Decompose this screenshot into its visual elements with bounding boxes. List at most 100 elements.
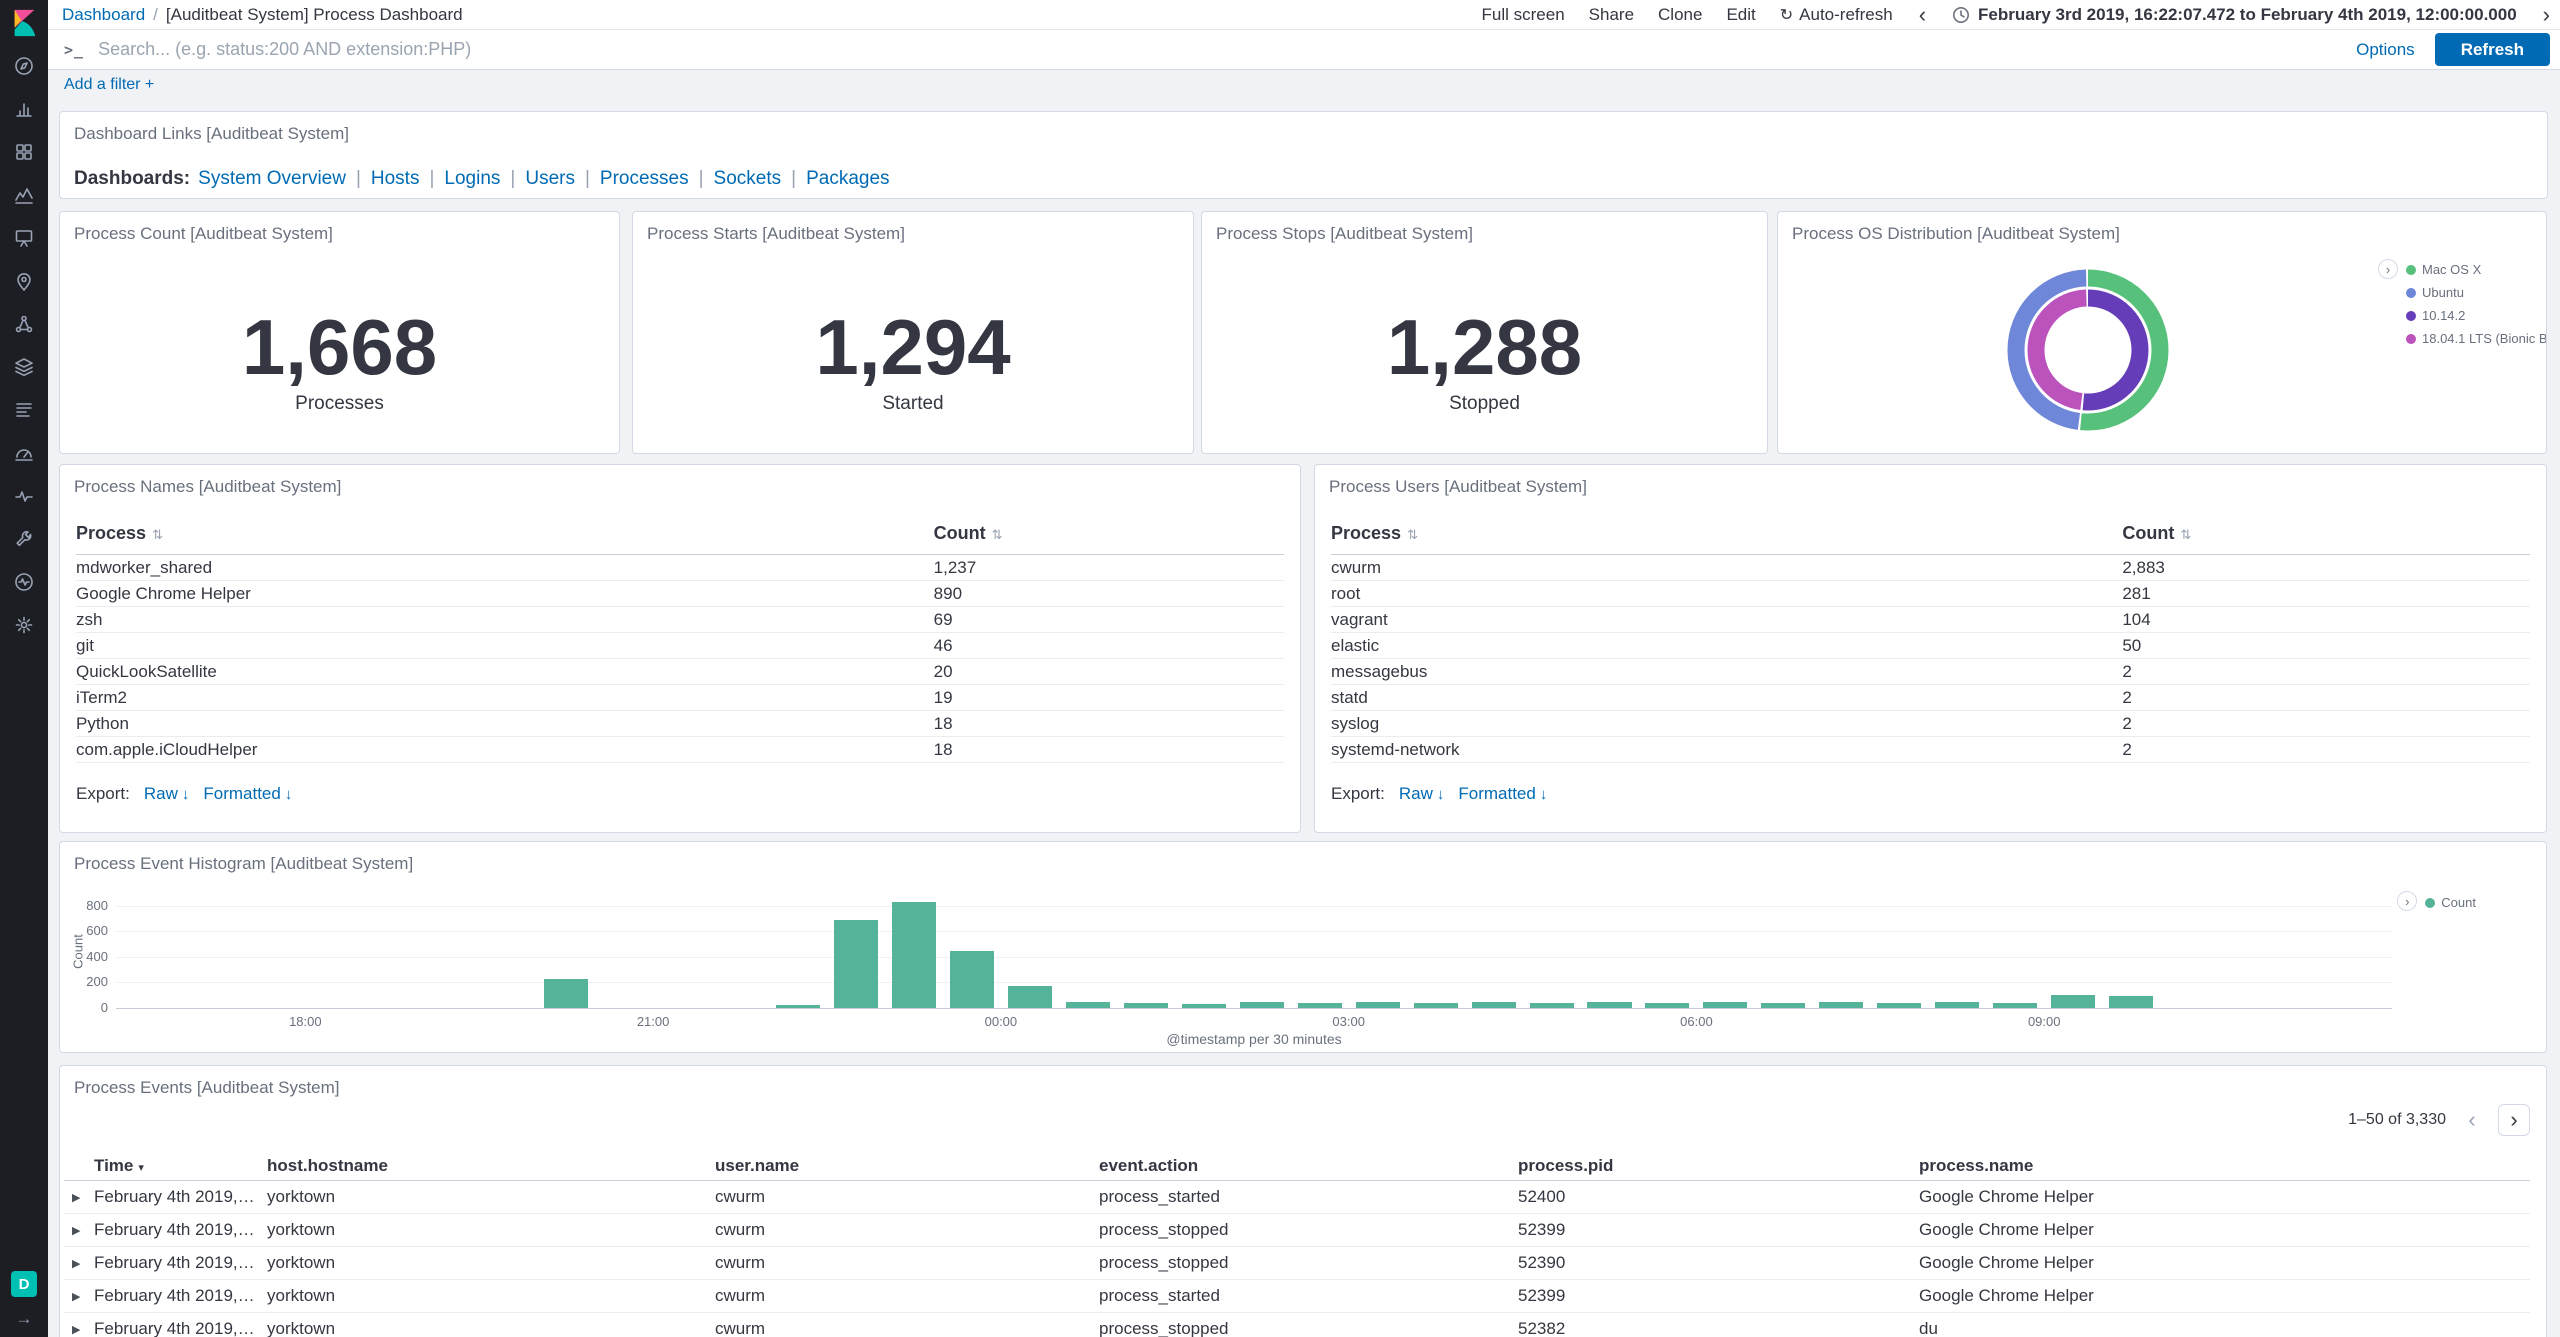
table-row[interactable]: syslog 2 <box>1331 711 2530 737</box>
table-row[interactable]: git 46 <box>76 633 1284 659</box>
table-row[interactable]: messagebus 2 <box>1331 659 2530 685</box>
table-row[interactable]: Python 18 <box>76 711 1284 737</box>
histogram-bar[interactable] <box>544 978 589 1008</box>
table-row[interactable]: systemd-network 2 <box>1331 737 2530 763</box>
column-header-user-name[interactable]: user.name <box>715 1156 1099 1176</box>
expand-row-icon[interactable]: ▶ <box>64 1290 94 1303</box>
histogram-bar[interactable] <box>2109 995 2154 1008</box>
table-row[interactable]: elastic 50 <box>1331 633 2530 659</box>
histogram-bar[interactable] <box>1703 1001 1748 1008</box>
legend-toggle-icon[interactable]: › <box>2397 891 2418 911</box>
menu-item-share[interactable]: Share <box>1589 5 1634 25</box>
sidebar-item-dev-tools[interactable] <box>12 529 36 553</box>
legend-item-10-14-2[interactable]: 10.14.2 <box>2406 308 2546 323</box>
histogram-bar[interactable] <box>1935 1001 1980 1008</box>
legend-toggle-icon[interactable]: › <box>2378 259 2398 279</box>
histogram-bar[interactable] <box>1239 1001 1284 1008</box>
auto-refresh-button[interactable]: ↻ Auto-refresh <box>1780 5 1893 25</box>
histogram-bar[interactable] <box>833 919 878 1008</box>
pagination-next-icon[interactable]: › <box>2498 1104 2530 1136</box>
histogram-bar[interactable] <box>776 1005 821 1008</box>
expand-row-icon[interactable]: ▶ <box>64 1224 94 1237</box>
histogram-bar[interactable] <box>1761 1002 1806 1008</box>
table-row[interactable]: statd 2 <box>1331 685 2530 711</box>
sidebar-item-visualize[interactable] <box>12 99 36 123</box>
sidebar-item-maps[interactable] <box>12 271 36 295</box>
dashboard-link-logins[interactable]: Logins <box>444 168 500 189</box>
expand-row-icon[interactable]: ▶ <box>64 1257 94 1270</box>
column-header-process-name[interactable]: process.name <box>1919 1156 2530 1176</box>
column-header-process[interactable]: Process ⇅ <box>76 523 934 544</box>
histogram-bar[interactable] <box>1413 1002 1458 1008</box>
histogram-bar[interactable] <box>1645 1002 1690 1008</box>
legend-item-mac-os-x[interactable]: Mac OS X <box>2406 262 2546 277</box>
dashboard-link-system-overview[interactable]: System Overview <box>198 168 346 189</box>
column-header-process-pid[interactable]: process.pid <box>1518 1156 1919 1176</box>
column-header-count[interactable]: Count ⇅ <box>2122 523 2530 544</box>
histogram-bar[interactable] <box>891 901 936 1008</box>
refresh-button[interactable]: Refresh <box>2434 33 2550 66</box>
time-forward-icon[interactable]: › <box>2541 3 2552 26</box>
add-filter-link[interactable]: Add a filter + <box>64 76 154 94</box>
histogram-bar[interactable] <box>1529 1002 1574 1008</box>
histogram-bar[interactable] <box>1993 1002 2038 1008</box>
legend-item-18-04-1-lts-bionic-b[interactable]: 18.04.1 LTS (Bionic B... <box>2406 331 2546 346</box>
dashboard-link-sockets[interactable]: Sockets <box>714 168 782 189</box>
histogram-bar[interactable] <box>2051 994 2096 1008</box>
pagination-prev-icon[interactable]: ‹ <box>2456 1104 2488 1136</box>
table-row[interactable]: iTerm2 19 <box>76 685 1284 711</box>
table-row[interactable]: com.apple.iCloudHelper 18 <box>76 737 1284 763</box>
histogram-bar[interactable] <box>1007 985 1052 1008</box>
histogram-bar[interactable] <box>1355 1002 1400 1008</box>
table-row[interactable]: mdworker_shared 1,237 <box>76 555 1284 581</box>
sidebar-item-timelion[interactable] <box>12 185 36 209</box>
table-row[interactable]: vagrant 104 <box>1331 607 2530 633</box>
sidebar-item-logs[interactable] <box>12 400 36 424</box>
histogram-bar[interactable] <box>1471 1001 1516 1008</box>
sidebar-item-infrastructure[interactable] <box>12 357 36 381</box>
expand-row-icon[interactable]: ▶ <box>64 1323 94 1336</box>
legend-item-count[interactable]: Count <box>2425 895 2476 910</box>
sidebar-item-discover[interactable] <box>12 56 36 80</box>
sidebar-item-canvas[interactable] <box>12 228 36 252</box>
histogram-bar[interactable] <box>1065 1002 1110 1008</box>
sidebar-item-monitoring[interactable] <box>12 572 36 596</box>
collapse-nav-icon[interactable]: → <box>16 1309 33 1329</box>
histogram-bar[interactable] <box>1877 1002 1922 1008</box>
search-input[interactable] <box>96 38 2345 61</box>
sidebar-item-dashboard[interactable] <box>12 142 36 166</box>
table-row[interactable]: Google Chrome Helper 890 <box>76 581 1284 607</box>
dashboard-link-packages[interactable]: Packages <box>806 168 889 189</box>
histogram-bar[interactable] <box>1819 1002 1864 1008</box>
time-back-icon[interactable]: ‹ <box>1917 3 1928 26</box>
table-row[interactable]: cwurm 2,883 <box>1331 555 2530 581</box>
table-row[interactable]: zsh 69 <box>76 607 1284 633</box>
space-avatar[interactable]: D <box>11 1271 37 1297</box>
sidebar-item-machine-learning[interactable] <box>12 314 36 338</box>
column-header-process[interactable]: Process ⇅ <box>1331 523 2122 544</box>
dashboard-link-processes[interactable]: Processes <box>600 168 689 189</box>
column-header-time[interactable]: Time ▾ <box>94 1156 267 1176</box>
column-header-event-action[interactable]: event.action <box>1099 1156 1518 1176</box>
options-link[interactable]: Options <box>2356 40 2415 60</box>
breadcrumb-dashboard[interactable]: Dashboard <box>62 5 145 25</box>
time-range-picker[interactable]: February 3rd 2019, 16:22:07.472 to Febru… <box>1952 5 2517 25</box>
sidebar-item-management[interactable] <box>12 615 36 639</box>
dashboard-link-hosts[interactable]: Hosts <box>371 168 420 189</box>
menu-item-clone[interactable]: Clone <box>1658 5 1702 25</box>
export-raw-link[interactable]: Raw ↓ <box>1399 784 1445 804</box>
histogram-bar[interactable] <box>1297 1002 1342 1008</box>
export-formatted-link[interactable]: Formatted ↓ <box>203 784 292 804</box>
expand-row-icon[interactable]: ▶ <box>64 1191 94 1204</box>
sidebar-item-uptime[interactable] <box>12 486 36 510</box>
histogram-bar[interactable] <box>1123 1002 1168 1008</box>
sidebar-item-apm[interactable] <box>12 443 36 467</box>
table-row[interactable]: root 281 <box>1331 581 2530 607</box>
kibana-logo[interactable] <box>0 0 48 46</box>
column-header-host-hostname[interactable]: host.hostname <box>267 1156 715 1176</box>
export-raw-link[interactable]: Raw ↓ <box>144 784 190 804</box>
legend-item-ubuntu[interactable]: Ubuntu <box>2406 285 2546 300</box>
menu-item-full-screen[interactable]: Full screen <box>1482 5 1565 25</box>
histogram-bar[interactable] <box>1587 1002 1632 1008</box>
table-row[interactable]: QuickLookSatellite 20 <box>76 659 1284 685</box>
